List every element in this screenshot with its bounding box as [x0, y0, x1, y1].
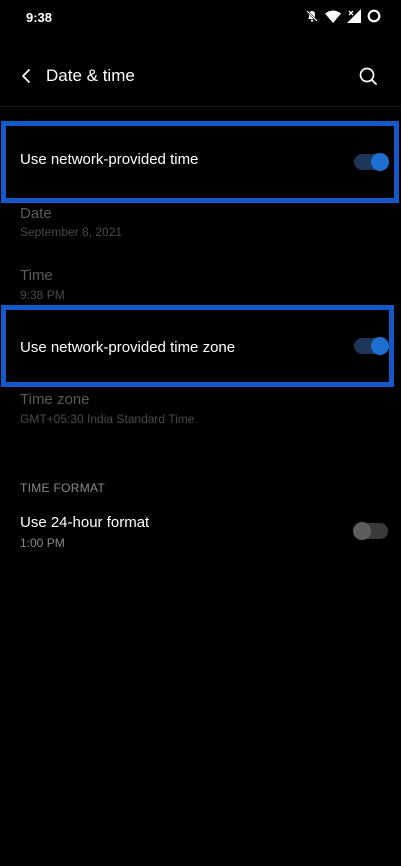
section-header-time-format: TIME FORMAT [20, 481, 106, 495]
time-row: Time 9:38 PM [0, 262, 401, 308]
app-bar: Date & time [0, 48, 401, 104]
battery-icon [367, 9, 381, 28]
signal-icon [347, 9, 361, 28]
search-button[interactable] [356, 64, 380, 88]
time-zone-label: Time zone [20, 391, 90, 408]
time-zone-value: GMT+05:30 India Standard Time [20, 412, 195, 426]
date-label: Date [20, 205, 52, 222]
highlight-box [1, 305, 394, 387]
use-24-hour-example: 1:00 PM [20, 536, 65, 550]
page-title: Date & time [46, 66, 135, 85]
search-icon [359, 67, 377, 85]
date-value: September 8, 2021 [20, 225, 123, 239]
status-icons [305, 9, 381, 28]
use-24-hour-toggle[interactable] [353, 522, 388, 540]
back-arrow-icon [22, 69, 30, 83]
time-value: 9:38 PM [20, 288, 65, 302]
time-zone-row: Time zone GMT+05:30 India Standard Time [0, 388, 401, 434]
time-label: Time [20, 267, 53, 284]
date-row: Date September 8, 2021 [0, 200, 401, 260]
highlight-box [1, 121, 399, 203]
wifi-icon [325, 10, 341, 28]
app-bar-divider [0, 106, 401, 107]
status-time: 9:38 [26, 10, 53, 25]
use-24-hour-row[interactable]: Use 24-hour format 1:00 PM [0, 505, 401, 561]
back-button[interactable] [14, 64, 38, 88]
use-24-hour-label: Use 24-hour format [20, 514, 150, 531]
status-bar: 9:38 [0, 0, 401, 34]
mute-icon [305, 9, 319, 28]
